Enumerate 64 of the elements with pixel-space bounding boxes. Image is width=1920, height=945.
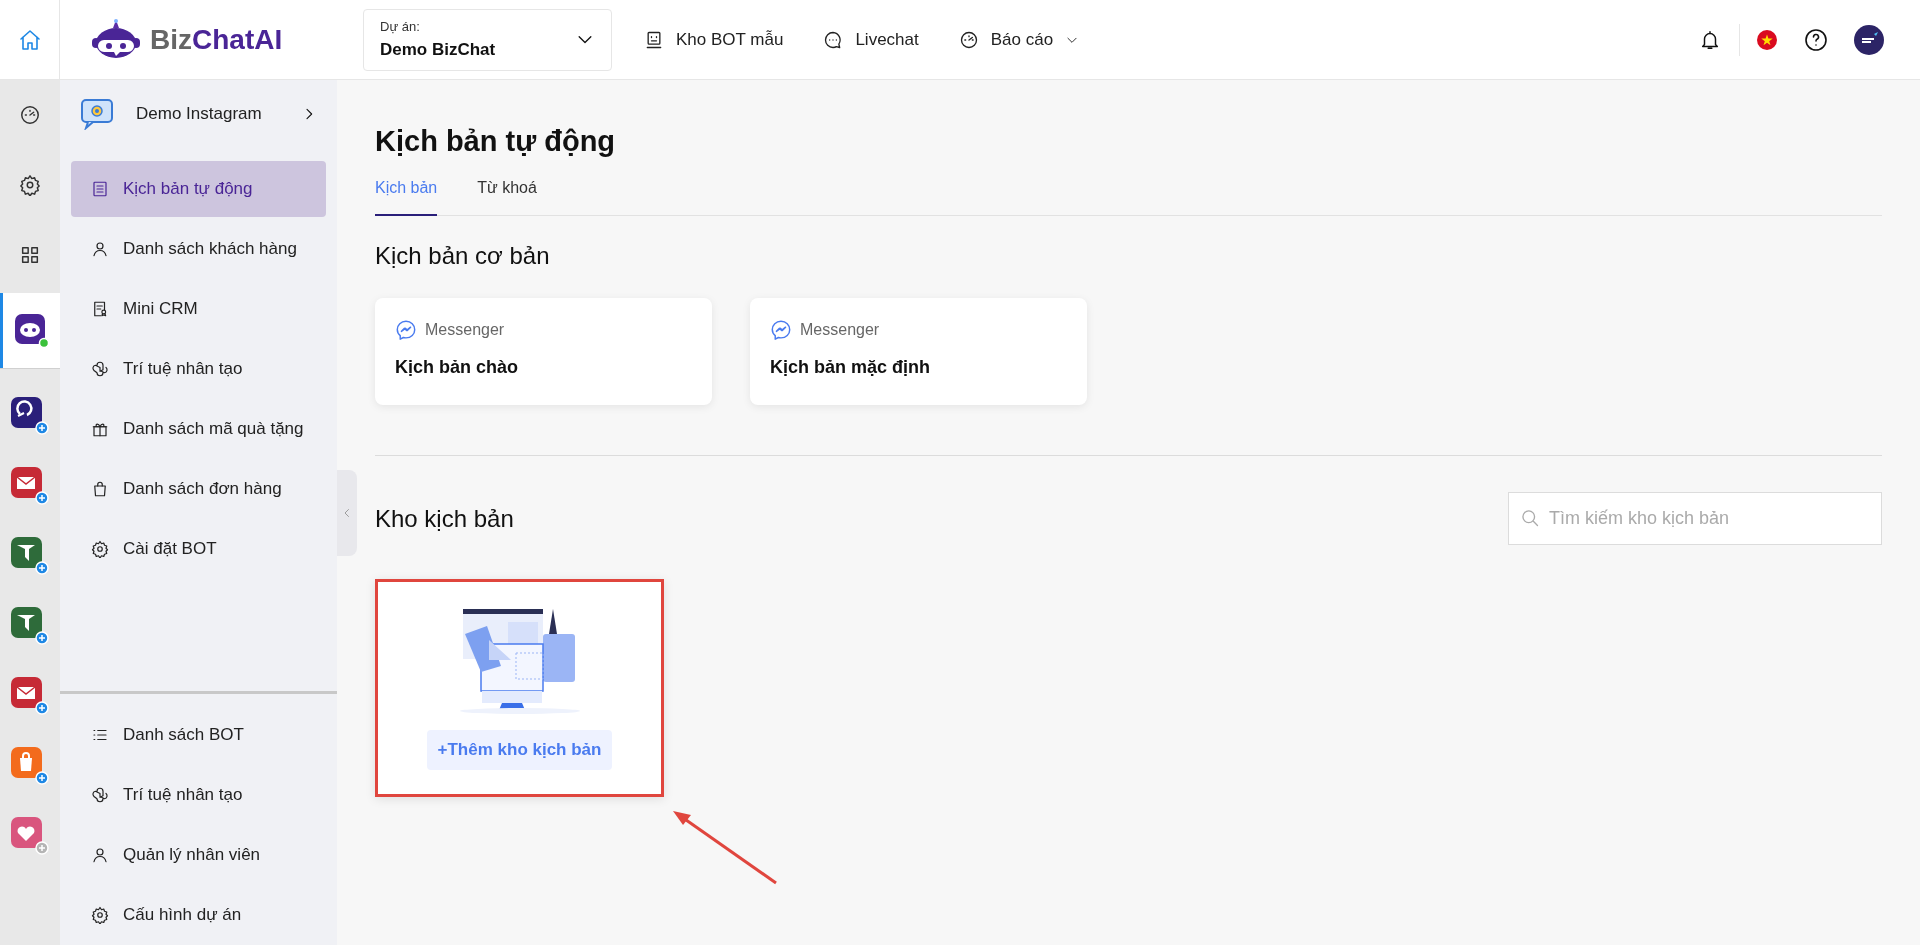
sidebar-item[interactable]: Trí tuệ nhân tạo: [71, 767, 326, 823]
script-card[interactable]: Messenger Kịch bản mặc định: [750, 298, 1087, 405]
chat-bubble-icon: [823, 29, 844, 50]
bag-icon: [91, 480, 109, 498]
search-field[interactable]: Tìm kiếm kho kịch bản: [1508, 492, 1882, 545]
sidebar-item[interactable]: Cấu hình dự án: [71, 887, 326, 943]
account-avatar-icon[interactable]: [1854, 24, 1884, 55]
sidebar-item[interactable]: Danh sách BOT: [71, 707, 326, 763]
app-icon[interactable]: [11, 677, 49, 715]
search-icon: [1520, 508, 1540, 528]
bot-selector[interactable]: Demo Instagram: [60, 80, 337, 147]
user-icon: [91, 846, 109, 864]
settings-icon: [19, 174, 41, 196]
app-icon[interactable]: [11, 467, 49, 505]
help-icon[interactable]: [1804, 27, 1828, 52]
vietnam-flag-icon[interactable]: [1756, 28, 1778, 51]
brand-name: BizChatAI: [150, 22, 283, 57]
page-title: Kịch bản tự động: [375, 124, 617, 159]
notification-bell-icon[interactable]: [1699, 28, 1721, 51]
collapse-handle[interactable]: [337, 470, 357, 556]
gauge-icon: [958, 29, 979, 50]
robot-face-icon: [644, 29, 664, 50]
sidebar-item[interactable]: Cài đặt BOT: [71, 521, 326, 577]
app-icon[interactable]: [11, 607, 49, 645]
grid-icon: [19, 244, 41, 266]
sidebar-item[interactable]: Mini CRM: [71, 281, 326, 337]
add-store-card[interactable]: +Thêm kho kịch bản: [375, 579, 664, 797]
messenger-icon: [395, 319, 417, 341]
chat-gear-icon: [80, 97, 116, 130]
project-label: Dự án:: [380, 18, 421, 36]
add-store-button[interactable]: +Thêm kho kịch bản: [426, 730, 613, 770]
tab[interactable]: Kịch bản: [375, 176, 438, 216]
channel-label: Messenger: [800, 320, 880, 340]
app-icon[interactable]: [11, 397, 49, 435]
nav-link[interactable]: Báo cáo: [958, 26, 1080, 53]
home-icon[interactable]: [17, 27, 42, 52]
channel-label: Messenger: [425, 320, 505, 340]
sidebar-item[interactable]: Danh sách mã quà tặng: [71, 401, 326, 457]
settings-icon: [91, 906, 109, 924]
project-select[interactable]: Dự án: Demo BizChat: [363, 8, 612, 71]
project-value: Demo BizChat: [380, 38, 496, 61]
section-title: Kho kịch bản: [375, 503, 514, 534]
sidebar-item[interactable]: Trí tuệ nhân tạo: [71, 341, 326, 397]
nav-link[interactable]: Livechat: [823, 26, 919, 53]
robot-app-icon: [14, 313, 49, 348]
nav-link[interactable]: Kho BOT mẫu: [644, 26, 784, 53]
list-icon: [91, 180, 109, 198]
card-title: Kịch bản mặc định: [770, 356, 932, 379]
sidebar-item[interactable]: Danh sách đơn hàng: [71, 461, 326, 517]
settings-icon: [91, 540, 109, 558]
tab[interactable]: Từ khoá: [477, 176, 537, 216]
sidebar-item[interactable]: Kịch bản tự động: [71, 161, 326, 217]
script-card[interactable]: Messenger Kịch bản chào: [375, 298, 712, 405]
sidebar-item[interactable]: Quản lý nhân viên: [71, 827, 326, 883]
ai-knot-icon: [91, 786, 109, 804]
card-title: Kịch bản chào: [395, 356, 520, 379]
app-icon[interactable]: [11, 537, 49, 575]
sidebar-item[interactable]: Danh sách khách hàng: [71, 221, 326, 277]
user-icon: [91, 240, 109, 258]
section-title: Kịch bản cơ bản: [375, 241, 551, 271]
messenger-icon: [770, 319, 792, 341]
gauge-icon: [19, 104, 41, 126]
document-icon: [91, 300, 109, 318]
ai-knot-icon: [91, 360, 109, 378]
